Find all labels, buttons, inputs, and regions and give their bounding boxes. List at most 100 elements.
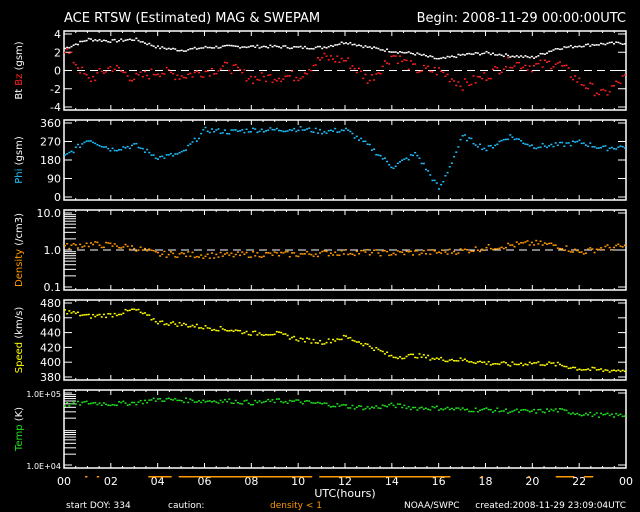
data-point	[178, 253, 181, 255]
data-point	[174, 397, 177, 400]
data-point	[509, 66, 512, 69]
data-point	[347, 253, 350, 256]
data-point	[178, 78, 181, 80]
data-point	[403, 253, 406, 256]
data-point	[550, 362, 553, 364]
data-point	[284, 130, 287, 133]
data-point	[146, 74, 149, 77]
data-point	[468, 137, 471, 139]
data-point	[102, 402, 105, 404]
data-point	[226, 400, 229, 403]
data-point	[293, 46, 296, 48]
data-point	[578, 139, 581, 142]
data-point	[522, 242, 525, 244]
data-point	[234, 63, 237, 66]
data-point	[118, 66, 121, 69]
data-point	[442, 71, 445, 74]
data-point	[370, 347, 373, 349]
data-point	[459, 248, 462, 250]
data-point	[589, 369, 592, 372]
data-point	[507, 364, 510, 366]
data-point	[487, 408, 490, 411]
data-point	[295, 339, 298, 341]
data-point	[314, 127, 317, 130]
data-point	[366, 343, 369, 346]
data-point	[370, 149, 373, 151]
data-point	[502, 138, 505, 141]
data-point	[621, 75, 624, 77]
data-point	[267, 46, 270, 49]
data-point	[215, 45, 218, 48]
data-point	[70, 402, 73, 405]
data-point	[509, 56, 512, 58]
data-point	[539, 364, 542, 366]
data-point	[517, 56, 520, 58]
data-point	[370, 47, 373, 50]
data-point	[582, 369, 585, 371]
data-point	[600, 368, 603, 370]
data-point	[189, 325, 192, 328]
data-point	[600, 42, 603, 45]
data-point	[178, 322, 181, 324]
data-point	[552, 362, 555, 364]
data-point	[448, 248, 451, 251]
data-point	[79, 72, 82, 74]
data-point	[409, 60, 412, 62]
data-point	[236, 401, 239, 404]
data-point	[87, 403, 90, 405]
data-point	[407, 158, 410, 161]
data-point	[131, 144, 134, 147]
data-point	[416, 71, 419, 74]
data-point	[589, 82, 592, 84]
data-point	[109, 242, 112, 245]
data-point	[504, 53, 507, 55]
data-point	[366, 406, 369, 408]
data-point	[476, 52, 479, 54]
data-point	[485, 50, 488, 53]
data-point	[256, 252, 259, 254]
data-point	[133, 39, 136, 42]
data-point	[169, 251, 172, 253]
data-point	[102, 313, 105, 316]
data-point	[489, 53, 492, 56]
data-point	[206, 130, 209, 133]
data-point	[312, 255, 315, 257]
data-point	[530, 241, 533, 244]
data-point	[193, 401, 196, 403]
data-point	[446, 171, 449, 174]
data-point	[453, 250, 456, 253]
data-point	[68, 247, 71, 250]
data-point	[66, 242, 69, 245]
data-point	[319, 128, 322, 131]
data-point	[265, 400, 268, 403]
data-point	[513, 56, 516, 58]
panel-frame	[63, 389, 627, 469]
data-point	[206, 70, 209, 73]
data-point	[412, 353, 415, 356]
y-tick-label: 360	[40, 117, 61, 130]
data-point	[431, 71, 434, 73]
data-point	[396, 162, 399, 165]
data-point	[507, 138, 510, 141]
data-point	[254, 399, 257, 402]
data-point	[156, 45, 159, 47]
data-point	[504, 362, 507, 364]
data-point	[105, 241, 108, 244]
data-point	[407, 251, 410, 253]
data-point	[548, 242, 551, 245]
data-point	[602, 248, 605, 251]
data-point	[262, 334, 265, 337]
data-point	[530, 410, 533, 412]
data-point	[204, 255, 207, 258]
data-point	[615, 412, 618, 415]
data-point	[310, 69, 313, 72]
data-point	[74, 403, 77, 405]
data-point	[70, 51, 73, 53]
data-point	[349, 252, 352, 255]
data-point	[327, 45, 330, 48]
data-point	[306, 47, 309, 50]
data-point	[500, 71, 503, 73]
data-point	[427, 354, 430, 357]
data-point	[602, 43, 605, 45]
data-point	[563, 249, 566, 252]
